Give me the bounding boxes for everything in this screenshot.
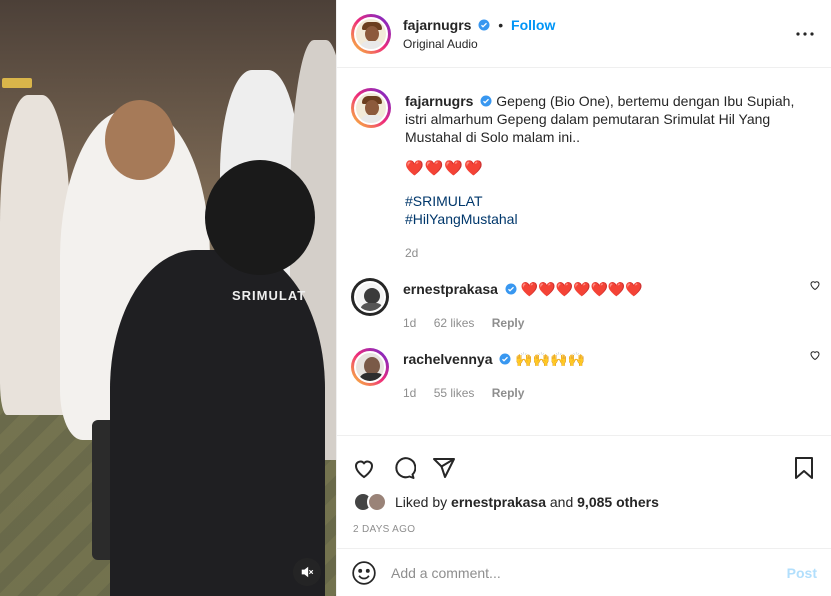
liked-by-prefix: Liked by [395, 494, 448, 510]
post-actions: Liked by ernestprakasa and 9,085 others … [337, 435, 831, 548]
comment-input[interactable]: Add a comment... [391, 565, 787, 581]
hashtag-link[interactable]: #SRIMULAT [405, 192, 817, 210]
caption-age[interactable]: 2d [405, 246, 418, 260]
comment-likes[interactable]: 62 likes [434, 316, 475, 330]
video-boy-head [205, 160, 315, 275]
post-timestamp[interactable]: 2 DAYS AGO [337, 512, 831, 535]
caption-username[interactable]: fajarnugrs [405, 93, 473, 109]
liked-by-and: and [549, 494, 574, 510]
hashtag-link[interactable]: #HilYangMustahal [405, 210, 817, 228]
post-comment-button[interactable]: Post [787, 565, 817, 581]
video-sign [2, 78, 32, 88]
reply-button[interactable]: Reply [492, 386, 525, 400]
post-header: fajarnugrs • Follow Original Audio [337, 0, 831, 68]
author-username[interactable]: fajarnugrs [403, 17, 471, 33]
verified-badge-icon [505, 283, 517, 295]
commenter-avatar[interactable] [351, 278, 389, 316]
share-paper-plane-icon[interactable] [431, 455, 457, 481]
speaker-muted-icon[interactable] [293, 558, 321, 586]
comment-row: ernestprakasa ❤️❤️❤️❤️❤️❤️❤️ 1d 62 likes… [337, 262, 831, 332]
post-video[interactable]: SRIMULAT [0, 0, 336, 596]
comment-text: ❤️❤️❤️❤️❤️❤️❤️ [520, 281, 643, 297]
add-comment-bar: Add a comment... Post [337, 548, 831, 596]
heart-outline-icon[interactable] [809, 348, 821, 364]
comment-age[interactable]: 1d [403, 316, 416, 330]
commenter-username[interactable]: ernestprakasa [403, 281, 498, 297]
commenter-username[interactable]: rachelvennya [403, 351, 493, 367]
jacket-text: SRIMULAT [232, 288, 307, 303]
instagram-post: SRIMULAT fajarnugrs • Follow Original Au… [0, 0, 831, 596]
emoji-smile-icon[interactable] [351, 560, 377, 586]
comment-likes[interactable]: 55 likes [434, 386, 475, 400]
comments-section[interactable]: fajarnugrs Gepeng (Bio One), bertemu den… [337, 68, 831, 435]
comment-text: 🙌🙌🙌🙌 [515, 351, 586, 367]
verified-badge-icon [480, 95, 492, 107]
comment-row: rachelvennya 🙌🙌🙌🙌 1d 55 likes Reply [337, 332, 831, 402]
verified-badge-icon [478, 19, 490, 30]
author-avatar[interactable] [351, 13, 391, 54]
likes-count[interactable]: 9,085 others [577, 494, 659, 510]
commenter-avatar[interactable] [351, 348, 389, 386]
verified-badge-icon [499, 353, 511, 365]
caption-row: fajarnugrs Gepeng (Bio One), bertemu den… [337, 68, 831, 262]
caption-hearts: ❤️❤️❤️❤️ [405, 160, 484, 177]
heart-outline-icon[interactable] [809, 278, 821, 294]
comment-age[interactable]: 1d [403, 386, 416, 400]
audio-label[interactable]: Original Audio [403, 37, 555, 51]
likes-summary: Liked by ernestprakasa and 9,085 others [337, 486, 831, 512]
caption-avatar[interactable] [351, 88, 391, 128]
separator-dot: • [498, 16, 504, 33]
bookmark-icon[interactable] [791, 455, 817, 481]
follow-button[interactable]: Follow [511, 17, 555, 33]
video-woman-head [105, 100, 175, 180]
comment-bubble-icon[interactable] [391, 455, 417, 481]
liker-avatar[interactable] [367, 492, 387, 512]
like-heart-icon[interactable] [351, 455, 377, 481]
reply-button[interactable]: Reply [492, 316, 525, 330]
more-options-icon[interactable] [793, 22, 817, 46]
post-details-panel: fajarnugrs • Follow Original Audio fajar… [336, 0, 831, 596]
liked-by-user[interactable]: ernestprakasa [451, 494, 546, 510]
